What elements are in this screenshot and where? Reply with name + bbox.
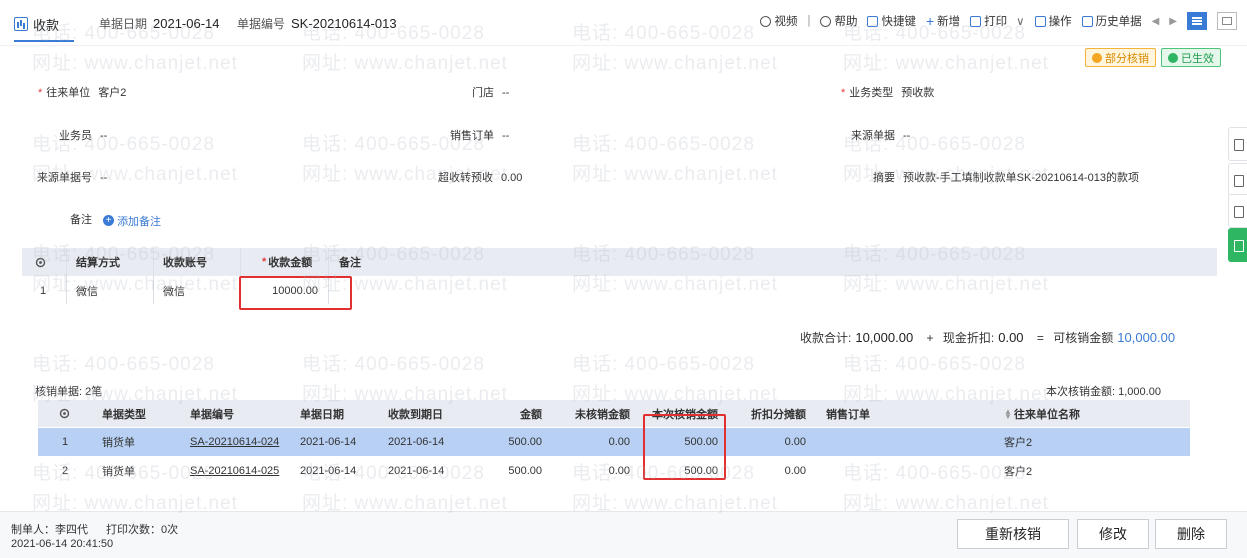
create-timestamp: 2021-06-14 20:41:50	[11, 538, 114, 550]
watermark: 网址: www.chanjet.net	[302, 53, 508, 74]
writeoff-table-header: 单据类型 单据编号 单据日期 收款到期日 金额 未核销金额 本次核销金额 折扣分…	[38, 400, 1190, 427]
watermark: 电话: 400-665-0028	[302, 354, 485, 375]
side-tab-active[interactable]	[1228, 228, 1247, 262]
rewrite-off-button[interactable]: 重新核销	[957, 519, 1069, 549]
delete-button[interactable]: 删除	[1155, 519, 1227, 549]
watermark: 电话: 400-665-0028	[32, 354, 215, 375]
field-sales-order: 销售订单 --	[450, 130, 510, 142]
field-source-no: 来源单据号 --	[37, 172, 108, 184]
clock-icon	[1092, 52, 1102, 63]
document-icon	[1081, 15, 1093, 27]
operate-button[interactable]: 操作	[1034, 13, 1072, 29]
field-summary: 摘要 预收款-手工填制收款单SK-20210614-013的款项	[873, 172, 1139, 184]
card-icon	[1222, 17, 1232, 25]
watermark: 网址: www.chanjet.net	[572, 164, 778, 185]
tab-receipt[interactable]: 收款	[14, 12, 59, 36]
field-salesman: 业务员 --	[59, 130, 108, 142]
video-button[interactable]: 视频	[760, 13, 797, 29]
col-divider	[153, 248, 154, 304]
chevron-down-icon: ∨	[1016, 16, 1025, 28]
plus-icon: +	[925, 13, 935, 29]
tab-active-indicator	[14, 40, 74, 42]
help-icon	[820, 15, 832, 27]
gear-icon[interactable]	[34, 248, 47, 276]
list-icon	[1192, 17, 1202, 25]
watermark: 网址: www.chanjet.net	[572, 53, 778, 74]
gear-icon[interactable]	[58, 400, 71, 427]
prev-arrow-icon[interactable]: ◀	[1152, 16, 1160, 27]
print-count: 打印次数：0次	[106, 524, 179, 536]
highlight-this-writeoff	[643, 414, 726, 480]
writeoff-count: 核销单据: 2笔	[35, 386, 103, 398]
chart-icon	[14, 17, 28, 31]
writeoff-available: 10,000.00	[1117, 330, 1176, 345]
check-icon	[1168, 52, 1178, 63]
toolbar-divider: |	[807, 15, 811, 27]
add-button[interactable]: + 新增	[926, 13, 960, 29]
col-amount: * 收款金额	[262, 256, 313, 269]
doc-code: 单据编号 SK-20210614-013	[237, 16, 397, 31]
totals-line: 收款合计: 10,000.00 + 现金折扣: 0.00 = 可核销金额 10,000…	[800, 330, 1176, 345]
highlight-amount	[239, 276, 352, 310]
help-button[interactable]: 帮助	[820, 13, 857, 29]
edit-icon	[1234, 240, 1244, 252]
side-tab-attach[interactable]	[1228, 194, 1247, 228]
side-tab-copy[interactable]	[1228, 163, 1247, 197]
copy-icon	[1234, 175, 1244, 187]
sort-icon[interactable]: ▲ ▼	[1004, 407, 1012, 420]
field-over-receipt: 超收转预收 0.00	[438, 172, 523, 184]
next-arrow-icon[interactable]: ▶	[1169, 16, 1177, 27]
field-partner: * 往来单位 客户2	[38, 87, 127, 99]
edit-button[interactable]: 修改	[1077, 519, 1149, 549]
field-biz-type: * 业务类型 预收款	[841, 87, 935, 99]
toolbar: 视频 | 帮助 快捷键 + 新增 打印 ∨ 操作 历史单据 ◀ ▶	[760, 12, 1237, 30]
field-store: 门店 --	[472, 87, 510, 99]
doc-link[interactable]: SA-20210614-025	[190, 457, 279, 485]
card-view-button[interactable]	[1217, 12, 1237, 30]
field-note: 备注 + 添加备注	[70, 213, 162, 229]
table-row[interactable]: 2 销货单 SA-20210614-025 2021-06-14 2021-06…	[38, 457, 1190, 485]
doc-link[interactable]: SA-20210614-024	[190, 428, 279, 456]
list-view-button[interactable]	[1187, 12, 1207, 30]
side-tab-doc[interactable]	[1228, 127, 1247, 161]
partner-value[interactable]: 客户2	[98, 87, 126, 99]
history-button[interactable]: 历史单据	[1081, 13, 1142, 29]
writeoff-this-amount: 本次核销金额: 1,000.00	[1046, 386, 1161, 398]
col-settle-method: 结算方式	[76, 257, 120, 269]
tab-label: 收款	[33, 17, 60, 33]
top-bar: 收款 单据日期 2021-06-14 单据编号 SK-20210614-013 视频…	[0, 0, 1247, 46]
play-icon	[760, 15, 772, 27]
plus-circle-icon: +	[103, 215, 115, 226]
watermark: 电话: 400-665-0028	[572, 134, 755, 155]
status-badge-effective: 已生效	[1161, 48, 1221, 67]
add-note-button[interactable]: + 添加备注	[103, 213, 161, 229]
watermark: 网址: www.chanjet.net	[32, 53, 238, 74]
doc-code-value: SK-20210614-013	[291, 16, 397, 31]
table-row[interactable]: 1 销货单 SA-20210614-024 2021-06-14 2021-06…	[38, 428, 1190, 456]
status-badge-partial: 部分核销	[1085, 48, 1156, 67]
col-divider	[66, 248, 67, 304]
keyboard-icon	[867, 15, 879, 27]
doc-date-value: 2021-06-14	[153, 16, 220, 31]
printer-icon	[970, 15, 982, 27]
maker-label: 制单人：李四代	[11, 524, 88, 536]
grid-icon	[1034, 15, 1046, 27]
shortcut-button[interactable]: 快捷键	[867, 13, 916, 29]
doc-date: 单据日期 2021-06-14	[99, 16, 220, 31]
field-source-doc: 来源单据 --	[851, 130, 911, 142]
document-icon	[1234, 139, 1244, 151]
paperclip-icon	[1234, 206, 1244, 218]
watermark: 电话: 400-665-0028	[572, 354, 755, 375]
print-button[interactable]: 打印 ∨	[970, 13, 1025, 29]
watermark: 电话: 400-665-0028	[843, 354, 1026, 375]
col-note: 备注	[339, 257, 361, 269]
col-account: 收款账号	[163, 257, 207, 269]
watermark: 网址: www.chanjet.net	[843, 53, 1049, 74]
